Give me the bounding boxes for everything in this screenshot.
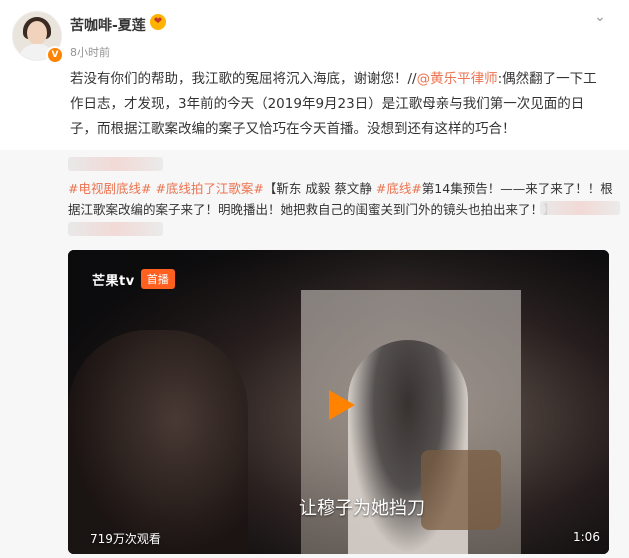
repost-text: #电视剧底线# #底线拍了江歌案#【靳东 成毅 蔡文静 #底线#第14集预告！—… [68,178,616,220]
avatar-face [27,21,47,45]
video-duration: 1:06 [573,530,600,544]
blurred-link [68,222,163,236]
blurred-username [68,157,163,171]
view-count: 719万次观看 [90,532,161,546]
mention-link[interactable]: @黄乐平律师 [417,71,498,87]
chevron-down-icon[interactable]: ⌄ [592,9,608,25]
blurred-link [540,201,620,215]
video-person-foreground [68,330,248,554]
video-subtitle: 让穆子为她挡刀 [299,498,425,519]
video-brand: 芒果tv 首播 [92,268,175,290]
bracket-open: 【 [263,181,277,196]
hashtag-link[interactable]: #电视剧底线# [68,181,151,196]
post-text-prefix: 若没有你们的帮助，我江歌的冤屈将沉入海底，谢谢您！// [70,71,417,87]
repost-cast: 靳东 成毅 蔡文静 [276,181,372,196]
mango-tv-logo: 芒果tv [92,273,135,289]
post-time[interactable]: 8小时前 [70,44,110,60]
play-icon[interactable] [321,386,359,424]
kiss-emoji-icon: ❤ [150,14,166,30]
author-name[interactable]: 苦咖啡-夏莲 [70,15,146,35]
weibo-post: V 苦咖啡-夏莲 ❤ 8小时前 ⌄ 若没有你们的帮助，我江歌的冤屈将沉入海底，谢… [0,0,629,558]
hashtag-link[interactable]: #底线拍了江歌案# [155,181,263,196]
hashtag-link[interactable]: #底线# [376,181,422,196]
verified-badge-icon: V [46,46,64,64]
post-text: 若没有你们的帮助，我江歌的冤屈将沉入海底，谢谢您！//@黄乐平律师:偶然翻了一下… [70,67,610,142]
premiere-badge: 首播 [140,269,175,289]
